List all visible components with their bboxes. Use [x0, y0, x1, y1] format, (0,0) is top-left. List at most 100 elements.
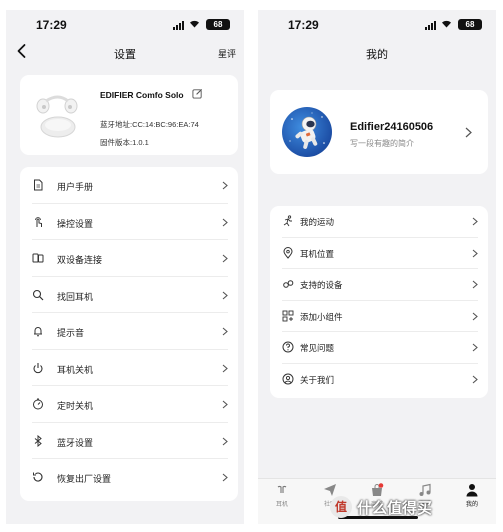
- rate-button[interactable]: 星评: [218, 47, 236, 60]
- tap-gesture-icon: [35, 216, 42, 227]
- dual-device-icon: [32, 253, 44, 263]
- menu-item-find-earphones[interactable]: 找回耳机: [20, 277, 238, 313]
- person-tab-icon: [466, 484, 478, 497]
- earbuds-image: [36, 95, 78, 138]
- chevron-right-icon: [465, 127, 472, 138]
- bluetooth-icon: [34, 434, 42, 447]
- menu-item-label: 提示音: [57, 328, 85, 338]
- menu-item-my-sports[interactable]: 我的运动: [270, 206, 488, 238]
- nav-bar: 我的: [258, 40, 496, 64]
- chevron-right-icon: [472, 280, 478, 289]
- send-tab-icon: [324, 484, 336, 496]
- settings-menu: 用户手册 操控设置 双设备连接 找回耳机 提示音 耳机关机 定时关机 蓝牙设置 …: [20, 167, 238, 501]
- music-tab-icon: [419, 483, 431, 496]
- menu-item-label: 耳机关机: [57, 364, 94, 375]
- chevron-right-icon: [222, 400, 228, 409]
- chevron-right-icon: [472, 375, 478, 383]
- timer-icon: [33, 398, 43, 410]
- bluetooth-address: 蓝牙地址:CC:14:BC:96:EA:74: [100, 120, 199, 129]
- chevron-right-icon: [222, 473, 228, 482]
- location-pin-icon: [283, 246, 293, 259]
- menu-item-factory-reset[interactable]: 恢复出厂设置: [20, 459, 238, 496]
- status-bar: 17:29 68: [6, 10, 244, 38]
- chevron-right-icon: [222, 327, 228, 336]
- chevron-right-icon: [472, 343, 478, 352]
- bell-icon: [34, 327, 42, 337]
- watermark-logo: 值: [330, 496, 352, 518]
- menu-item-label: 关于我们: [300, 374, 335, 385]
- battery-icon: 68: [206, 19, 230, 30]
- earbuds-tab-icon: [277, 485, 287, 493]
- chevron-right-icon: [222, 254, 228, 263]
- menu-item-label: 找回耳机: [57, 291, 94, 302]
- bio-placeholder: 写一段有趣的简介: [350, 139, 414, 148]
- menu-item-about-us[interactable]: 关于我们: [270, 364, 488, 396]
- chevron-right-icon: [472, 312, 478, 320]
- menu-item-label: 双设备连接: [57, 255, 103, 265]
- reset-icon: [33, 472, 43, 482]
- firmware-version: 固件版本:1.0.1: [100, 138, 149, 147]
- help-circle-icon: [282, 341, 294, 353]
- watermark-text: 什么值得买: [357, 499, 433, 517]
- menu-item-label: 蓝牙设置: [57, 437, 94, 448]
- status-bar: 17:29 68: [258, 10, 496, 38]
- search-icon: [32, 289, 44, 300]
- chevron-right-icon: [222, 218, 228, 226]
- menu-item-prompt-tone[interactable]: 提示音: [20, 313, 238, 350]
- battery-icon: 68: [458, 19, 482, 30]
- device-info-card: EDIFIER Comfo Solo 蓝牙地址:CC:14:BC:96:EA:7…: [20, 75, 238, 155]
- menu-item-dual-device[interactable]: 双设备连接: [20, 240, 238, 277]
- menu-item-add-widget[interactable]: 添加小组件: [270, 301, 488, 332]
- shop-tab-icon: [372, 483, 384, 496]
- menu-item-bluetooth-settings[interactable]: 蓝牙设置: [20, 423, 238, 459]
- status-time: 17:29: [288, 18, 319, 32]
- page-title: 设置: [114, 49, 136, 61]
- user-circle-icon: [282, 373, 294, 384]
- menu-item-label: 添加小组件: [300, 311, 343, 322]
- chevron-right-icon: [222, 364, 228, 372]
- menu-item-power-off[interactable]: 耳机关机: [20, 350, 238, 386]
- tab-label: 我的: [465, 502, 478, 508]
- menu-item-control-settings[interactable]: 操控设置: [20, 204, 238, 240]
- menu-item-label: 用户手册: [57, 182, 94, 192]
- running-icon: [283, 215, 292, 227]
- settings-screen: 17:29 68 设置 星评 EDIFIER Comfo Solo 蓝牙地址:C…: [6, 10, 244, 524]
- avatar[interactable]: [282, 107, 332, 157]
- chevron-right-icon: [222, 291, 228, 299]
- menu-item-label: 定时关机: [57, 401, 94, 411]
- menu-item-label: 恢复出厂设置: [57, 474, 112, 484]
- power-icon: [33, 362, 43, 373]
- nav-bar: 设置 星评: [6, 40, 244, 64]
- menu-item-label: 我的运动: [300, 217, 335, 227]
- watermark: 值 什么值得买: [330, 496, 432, 518]
- profile-card[interactable]: Edifier24160506 写一段有趣的简介: [270, 90, 488, 174]
- wifi-icon: [442, 20, 451, 28]
- document-icon: [34, 179, 43, 191]
- tab-earphones[interactable]: 耳机: [258, 483, 306, 508]
- menu-item-faq[interactable]: 常见问题: [270, 332, 488, 364]
- chevron-right-icon: [472, 217, 478, 226]
- edit-icon[interactable]: [192, 88, 203, 99]
- menu-item-label: 常见问题: [300, 343, 335, 353]
- device-name: EDIFIER Comfo Solo: [100, 90, 184, 100]
- widget-grid-icon: [282, 310, 294, 321]
- signal-icon: [173, 21, 184, 30]
- profile-screen: 17:29 68 我的 Edifier24160506 写一段有趣的简介 我的运…: [258, 10, 496, 524]
- wifi-icon: [190, 20, 199, 28]
- menu-item-label: 支持的设备: [300, 280, 343, 290]
- menu-item-label: 耳机位置: [300, 248, 335, 259]
- signal-icon: [425, 21, 436, 30]
- username: Edifier24160506: [350, 121, 434, 133]
- menu-item-label: 操控设置: [57, 218, 94, 229]
- astronaut-icon: [289, 112, 325, 149]
- menu-item-supported-devices[interactable]: 支持的设备: [270, 269, 488, 301]
- chevron-right-icon: [472, 249, 478, 257]
- chevron-right-icon: [222, 181, 228, 190]
- chevron-right-icon: [222, 437, 228, 445]
- menu-item-user-manual[interactable]: 用户手册: [20, 167, 238, 204]
- menu-item-earphone-location[interactable]: 耳机位置: [270, 238, 488, 269]
- tab-mine[interactable]: 我的: [448, 483, 496, 508]
- menu-item-timer-off[interactable]: 定时关机: [20, 386, 238, 423]
- profile-menu: 我的运动 耳机位置 支持的设备 添加小组件 常见问题 关于我们: [270, 206, 488, 398]
- tab-label: 耳机: [275, 502, 288, 508]
